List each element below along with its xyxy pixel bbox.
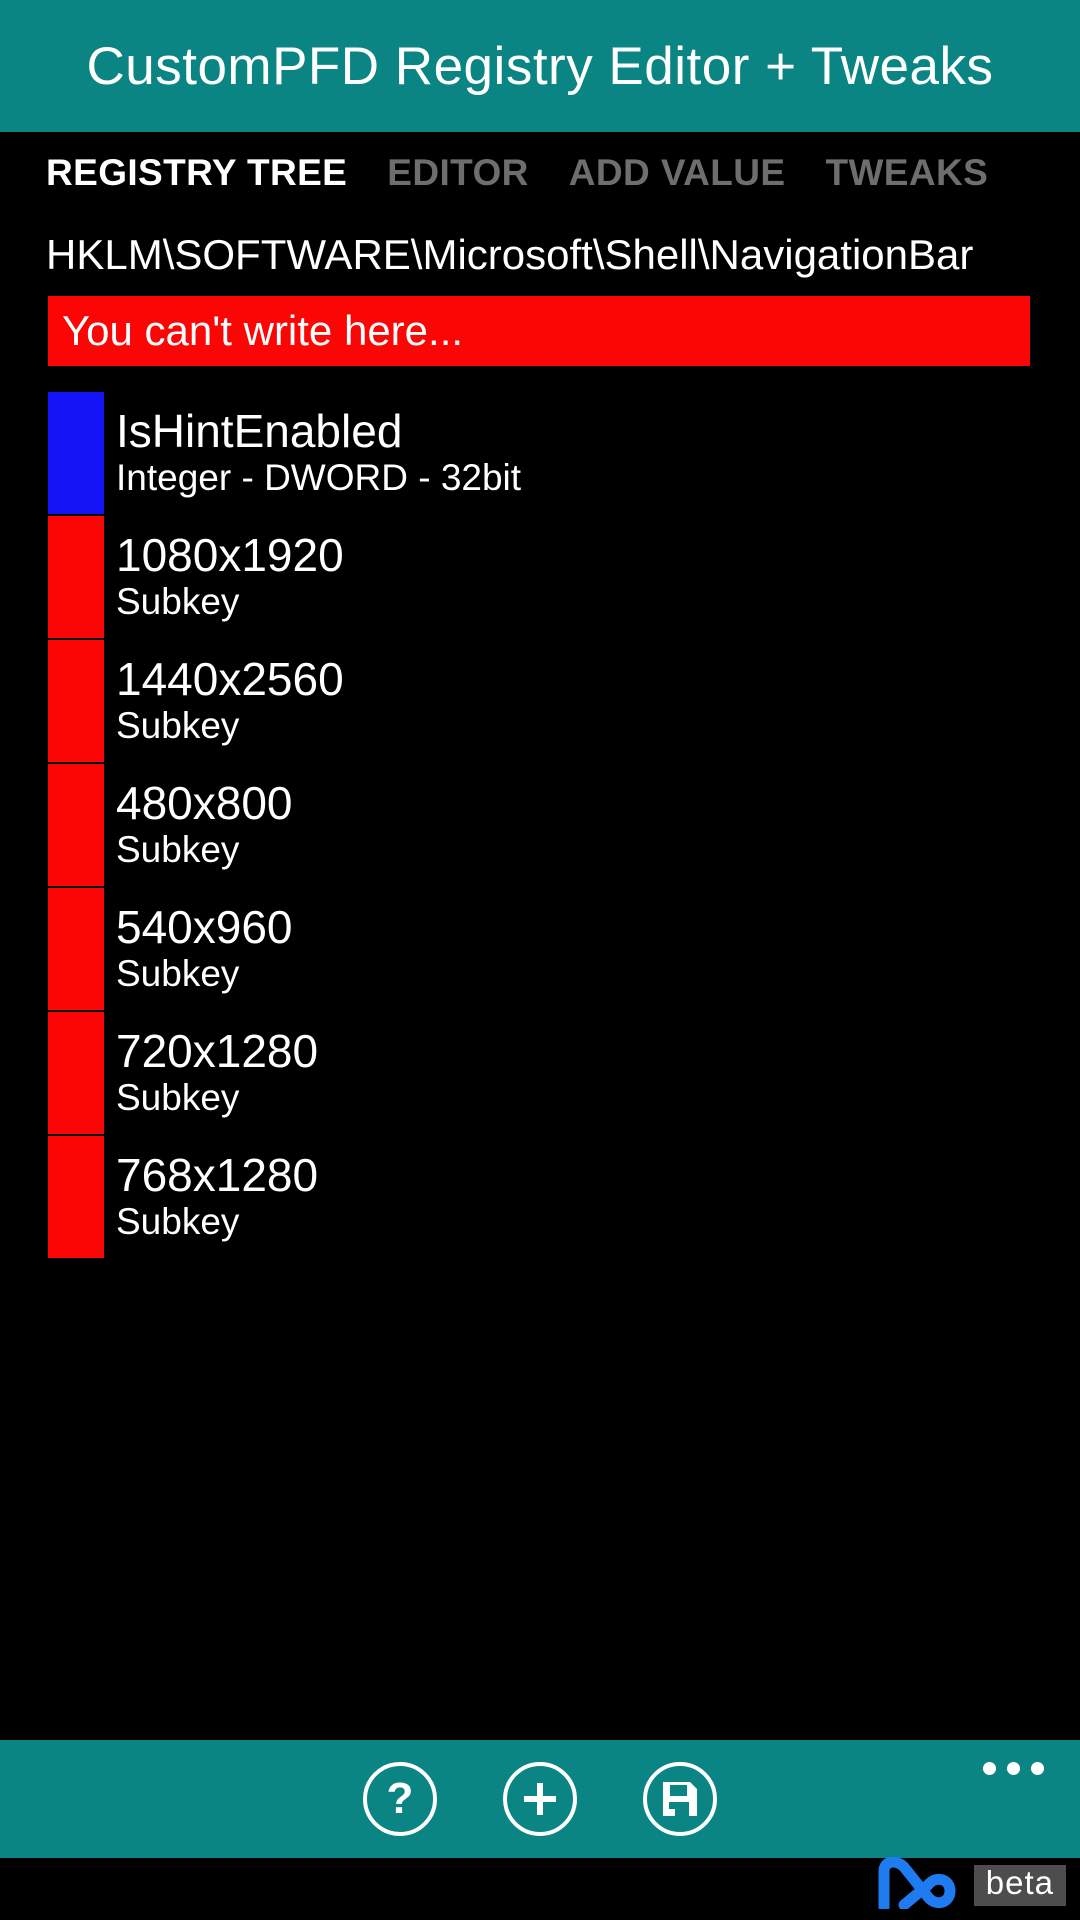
footer: beta xyxy=(0,1856,1080,1920)
pc-logo-icon xyxy=(872,1856,968,1914)
list-item-type: Subkey xyxy=(116,705,240,747)
add-button[interactable] xyxy=(503,1762,577,1836)
value-marker-icon xyxy=(48,392,104,514)
ellipsis-dot-icon xyxy=(1031,1762,1044,1775)
list-item[interactable]: 1440x2560 Subkey xyxy=(48,640,1080,762)
list-item-type: Subkey xyxy=(116,1077,240,1119)
registry-path-text: HKLM\SOFTWARE\Microsoft\Shell\Navigation… xyxy=(46,231,974,278)
watermark: beta xyxy=(872,1856,1066,1914)
list-item[interactable]: 480x800 Subkey xyxy=(48,764,1080,886)
beta-badge: beta xyxy=(973,1864,1066,1906)
list-item-name: 1440x2560 xyxy=(116,652,344,705)
list-item[interactable]: 1080x1920 Subkey xyxy=(48,516,1080,638)
list-item-type: Integer - DWORD - 32bit xyxy=(116,457,522,499)
tab-tweaks[interactable]: TWEAKS xyxy=(825,152,988,194)
subkey-marker-icon xyxy=(48,888,104,1010)
tab-registry-tree[interactable]: REGISTRY TREE xyxy=(46,152,347,194)
tab-add-value[interactable]: ADD VALUE xyxy=(569,152,786,194)
tab-editor[interactable]: EDITOR xyxy=(387,152,529,194)
list-item-body: 1080x1920 Subkey xyxy=(104,516,1080,638)
error-banner-text: You can't write here... xyxy=(62,307,464,354)
subkey-marker-icon xyxy=(48,516,104,638)
subkey-marker-icon xyxy=(48,764,104,886)
list-item-name: 540x960 xyxy=(116,900,293,953)
list-item-body: 768x1280 Subkey xyxy=(104,1136,1080,1258)
list-item-name: 1080x1920 xyxy=(116,528,344,581)
ellipsis-dot-icon xyxy=(983,1762,996,1775)
pivot-tab-strip[interactable]: REGISTRY TREE EDITOR ADD VALUE TWEAKS xyxy=(0,132,1080,214)
title-bar: CustomPFD Registry Editor + Tweaks xyxy=(0,0,1080,132)
app-window: CustomPFD Registry Editor + Tweaks REGIS… xyxy=(0,0,1080,1920)
list-item-name: 768x1280 xyxy=(116,1148,319,1201)
list-item-name: IsHintEnabled xyxy=(116,404,403,457)
list-item-type: Subkey xyxy=(116,953,240,995)
floppy-disk-icon xyxy=(661,1780,699,1818)
list-item-body: IsHintEnabled Integer - DWORD - 32bit xyxy=(104,392,1080,514)
app-bar: ? xyxy=(0,1740,1080,1858)
list-item-name: 720x1280 xyxy=(116,1024,319,1077)
subkey-marker-icon xyxy=(48,1012,104,1134)
question-mark-icon: ? xyxy=(386,1774,414,1823)
list-item-body: 480x800 Subkey xyxy=(104,764,1080,886)
list-item[interactable]: 540x960 Subkey xyxy=(48,888,1080,1010)
error-banner: You can't write here... xyxy=(48,296,1030,366)
registry-tree-list[interactable]: IsHintEnabled Integer - DWORD - 32bit 10… xyxy=(0,382,1080,1740)
list-item[interactable]: 768x1280 Subkey xyxy=(48,1136,1080,1258)
list-item-type: Subkey xyxy=(116,829,240,871)
ellipsis-dot-icon xyxy=(1007,1762,1020,1775)
list-item[interactable]: IsHintEnabled Integer - DWORD - 32bit xyxy=(48,392,1080,514)
list-item-type: Subkey xyxy=(116,581,240,623)
registry-path[interactable]: HKLM\SOFTWARE\Microsoft\Shell\Navigation… xyxy=(0,214,1080,296)
save-button[interactable] xyxy=(643,1762,717,1836)
list-item[interactable]: 720x1280 Subkey xyxy=(48,1012,1080,1134)
error-banner-container: You can't write here... xyxy=(0,296,1080,382)
plus-icon xyxy=(520,1779,560,1819)
app-title: CustomPFD Registry Editor + Tweaks xyxy=(86,36,994,96)
list-item-name: 480x800 xyxy=(116,776,293,829)
help-button[interactable]: ? xyxy=(363,1762,437,1836)
list-item-body: 540x960 Subkey xyxy=(104,888,1080,1010)
subkey-marker-icon xyxy=(48,1136,104,1258)
list-item-type: Subkey xyxy=(116,1201,240,1243)
list-item-body: 720x1280 Subkey xyxy=(104,1012,1080,1134)
overflow-menu-button[interactable] xyxy=(983,1762,1044,1775)
subkey-marker-icon xyxy=(48,640,104,762)
list-item-body: 1440x2560 Subkey xyxy=(104,640,1080,762)
